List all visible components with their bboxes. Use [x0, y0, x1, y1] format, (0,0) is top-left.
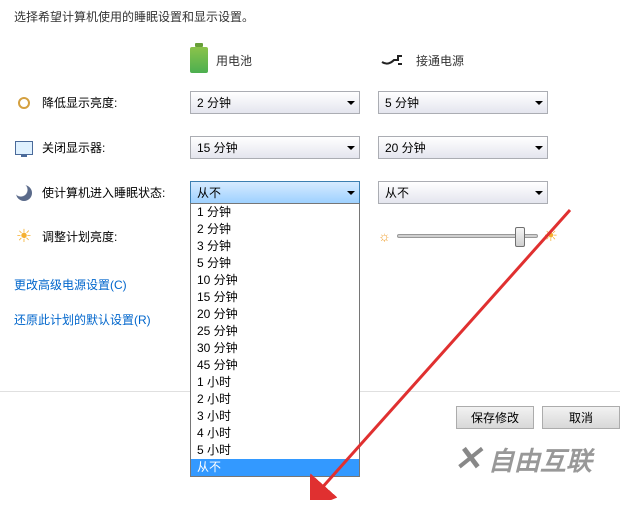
dropdown-option[interactable]: 15 分钟	[191, 289, 359, 306]
dropdown-option[interactable]: 45 分钟	[191, 357, 359, 374]
dropdown-option[interactable]: 30 分钟	[191, 340, 359, 357]
dropdown-option[interactable]: 10 分钟	[191, 272, 359, 289]
slider-thumb[interactable]	[515, 227, 525, 247]
plugged-column-header: 接通电源	[380, 47, 570, 73]
off-battery-select[interactable]: 15 分钟	[190, 136, 360, 159]
chevron-down-icon	[535, 101, 543, 105]
sleep-battery-dropdown[interactable]: 1 分钟2 分钟3 分钟5 分钟10 分钟15 分钟20 分钟25 分钟30 分…	[190, 203, 360, 477]
sleep-plugged-select[interactable]: 从不	[378, 181, 548, 204]
sleep-battery-select[interactable]: 从不	[190, 181, 360, 204]
dropdown-option[interactable]: 1 小时	[191, 374, 359, 391]
dim-icon	[14, 93, 34, 113]
moon-icon	[14, 183, 34, 203]
chevron-down-icon	[535, 191, 543, 195]
battery-column-header: 用电池	[190, 47, 380, 73]
dropdown-option[interactable]: 3 分钟	[191, 238, 359, 255]
dropdown-option[interactable]: 1 分钟	[191, 204, 359, 221]
dim-display-row: 降低显示亮度: 2 分钟 5 分钟	[0, 91, 632, 114]
brightness-label: 调整计划亮度:	[42, 228, 117, 245]
chevron-down-icon	[347, 146, 355, 150]
plug-icon	[380, 52, 408, 68]
chevron-down-icon	[535, 146, 543, 150]
battery-label: 用电池	[216, 52, 252, 69]
battery-icon	[190, 47, 208, 73]
brightness-high-icon: ☀	[544, 226, 558, 246]
dropdown-option[interactable]: 25 分钟	[191, 323, 359, 340]
chevron-down-icon	[347, 101, 355, 105]
chevron-down-icon	[347, 191, 355, 195]
dim-plugged-select[interactable]: 5 分钟	[378, 91, 548, 114]
turn-off-display-row: 关闭显示器: 15 分钟 20 分钟	[0, 136, 632, 159]
plugged-label: 接通电源	[416, 52, 464, 69]
dropdown-option[interactable]: 2 小时	[191, 391, 359, 408]
page-description: 选择希望计算机使用的睡眠设置和显示设置。	[0, 0, 632, 29]
dropdown-option[interactable]: 5 分钟	[191, 255, 359, 272]
dim-battery-select[interactable]: 2 分钟	[190, 91, 360, 114]
save-button[interactable]: 保存修改	[456, 406, 534, 429]
off-label: 关闭显示器:	[42, 139, 105, 156]
brightness-slider[interactable]	[397, 234, 538, 238]
dropdown-option[interactable]: 从不	[191, 459, 359, 476]
sun-icon: ☀	[14, 226, 34, 246]
column-header-row: 用电池 接通电源	[0, 47, 632, 73]
sleep-label: 使计算机进入睡眠状态:	[42, 184, 165, 201]
dropdown-option[interactable]: 3 小时	[191, 408, 359, 425]
watermark: ✕自由互联	[453, 439, 592, 479]
sleep-row: 使计算机进入睡眠状态: 从不 1 分钟2 分钟3 分钟5 分钟10 分钟15 分…	[0, 181, 632, 204]
dropdown-option[interactable]: 20 分钟	[191, 306, 359, 323]
dropdown-option[interactable]: 4 小时	[191, 425, 359, 442]
cancel-button[interactable]: 取消	[542, 406, 620, 429]
brightness-low-icon: ☼	[378, 228, 391, 244]
dropdown-option[interactable]: 2 分钟	[191, 221, 359, 238]
off-plugged-select[interactable]: 20 分钟	[378, 136, 548, 159]
dropdown-option[interactable]: 5 小时	[191, 442, 359, 459]
monitor-icon	[14, 138, 34, 158]
dim-label: 降低显示亮度:	[42, 94, 117, 111]
